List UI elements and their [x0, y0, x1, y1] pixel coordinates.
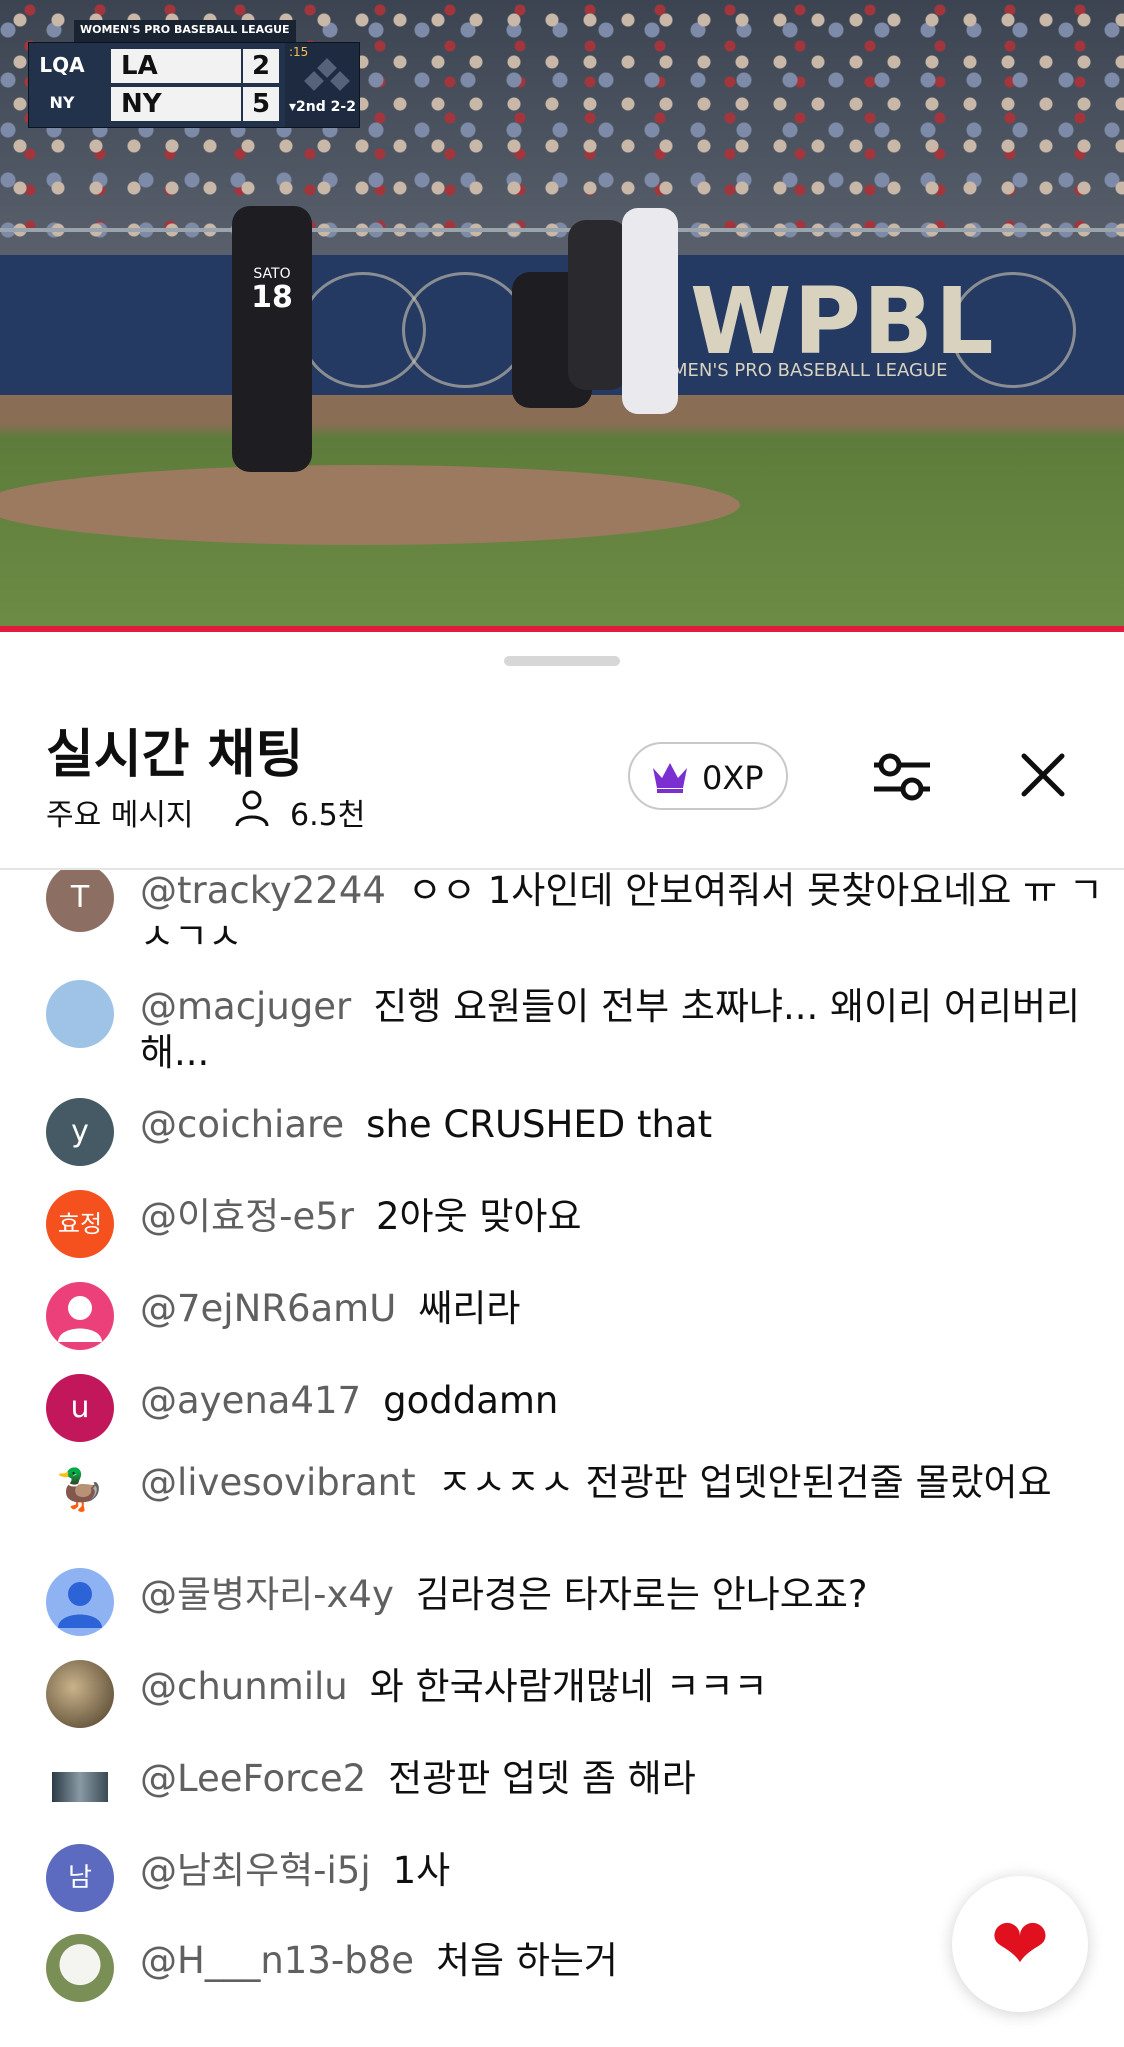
person-icon [235, 790, 269, 827]
inning-count: ▾2nd 2-2 [289, 99, 356, 115]
wall-logo: WPBL [690, 268, 996, 375]
avatar[interactable] [46, 1282, 114, 1350]
third-base [304, 71, 324, 91]
avatar[interactable] [46, 1660, 114, 1728]
first-base [330, 71, 350, 91]
umpire [568, 220, 628, 390]
home-logo: NY [49, 93, 75, 112]
xp-label: 0XP [702, 759, 764, 797]
author-name[interactable]: @LeeForce2 [140, 1757, 366, 1800]
avatar[interactable]: 남 [46, 1844, 114, 1912]
message-text: 2아웃 맞아요 [376, 1195, 582, 1238]
chat-title: 실시간 채팅 [46, 725, 304, 785]
pitch-clock: :15 [289, 45, 309, 59]
author-name[interactable]: @chunmilu [140, 1665, 348, 1708]
author-name[interactable]: @ayena417 [140, 1379, 361, 1422]
close-icon[interactable] [1018, 750, 1068, 800]
author-name[interactable]: @이효정-e5r [140, 1195, 354, 1238]
message-text: 전광판 업뎃 좀 해라 [388, 1757, 696, 1800]
bases-indicator [304, 58, 350, 93]
game-state: :15 ▾2nd 2-2 [285, 43, 359, 127]
author-name[interactable]: @7ejNR6amU [140, 1287, 396, 1330]
author-name[interactable]: @coichiare [140, 1103, 344, 1146]
author-name[interactable]: @livesovibrant [140, 1461, 416, 1504]
league-banner: WOMEN'S PRO BASEBALL LEAGUE [74, 20, 296, 44]
home-team: NY [111, 87, 241, 121]
wall-subtitle: WOMEN'S PRO BASEBALL LEAGUE [640, 360, 948, 381]
message-text: she CRUSHED that [366, 1103, 713, 1146]
message-text: 처음 하는거 [436, 1939, 618, 1982]
avatar[interactable] [46, 980, 114, 1048]
scoreboard: WOMEN'S PRO BASEBALL LEAGUE LQA NY LA 2 … [28, 20, 360, 128]
default-avatar-icon [58, 1582, 102, 1628]
chat-message-list[interactable]: T @tracky2244 ㅇㅇ 1사인데 안보여줘서 못찾아요네요 ㅠ ㄱㅅㄱㅅ… [0, 870, 1124, 2047]
pitcher: SATO 18 [232, 206, 312, 472]
avatar[interactable]: T [46, 870, 114, 932]
second-base [317, 58, 337, 78]
drag-handle[interactable] [504, 656, 620, 666]
avatar[interactable]: 🦆 [46, 1456, 114, 1524]
message-text: 김라경은 타자로는 안나오죠? [415, 1573, 868, 1616]
crown-icon [653, 763, 687, 793]
home-score: 5 [243, 87, 279, 121]
avatar[interactable] [46, 1934, 114, 2002]
live-chat-sheet: 실시간 채팅 주요 메시지 6.5천 0XP T @tracky2244 ㅇㅇ 1… [0, 632, 1124, 2047]
message-text: 와 한국사람개많네 ㅋㅋㅋ [369, 1665, 768, 1708]
avatar[interactable]: y [46, 1098, 114, 1166]
team-badge-boston [402, 272, 528, 388]
heart-reaction-button[interactable]: ❤ [952, 1876, 1088, 2012]
stadium-railing [0, 228, 1124, 232]
message-text: 쌔리라 [418, 1287, 521, 1330]
xp-button[interactable]: 0XP [628, 742, 788, 810]
ball-strike-count: 2-2 [330, 99, 356, 115]
pitcher-number: 18 [251, 280, 293, 315]
author-name[interactable]: @macjuger [140, 985, 351, 1028]
batter [622, 208, 678, 414]
author-name[interactable]: @H___n13-b8e [140, 1939, 414, 1982]
author-name[interactable]: @남최우혁-i5j [140, 1849, 371, 1892]
heart-icon: ❤ [990, 1903, 1050, 1985]
photo-thumbnail [52, 1772, 108, 1802]
avatar[interactable]: u [46, 1374, 114, 1442]
author-name[interactable]: @물병자리-x4y [140, 1573, 394, 1616]
author-name[interactable]: @tracky2244 [140, 870, 386, 912]
message-text: goddamn [383, 1379, 559, 1422]
away-logo: LQA [39, 53, 85, 77]
away-team: LA [111, 49, 241, 83]
viewer-count: 6.5천 [290, 798, 366, 833]
pitchers-mound [0, 465, 740, 545]
avatar[interactable]: 효정 [46, 1190, 114, 1258]
away-score: 2 [243, 49, 279, 83]
sliders-icon[interactable] [872, 750, 932, 804]
avatar[interactable] [46, 1568, 114, 1636]
chat-mode-dropdown[interactable]: 주요 메시지 [46, 790, 194, 834]
inning: ▾2nd [289, 99, 326, 115]
avatar[interactable] [46, 1752, 114, 1820]
scoreboard-body: LQA NY LA 2 NY 5 :15 ▾2nd 2-2 [28, 42, 360, 128]
video-player[interactable]: WPBL WOMEN'S PRO BASEBALL LEAGUE SATO 18… [0, 0, 1124, 632]
message-text: 1사 [392, 1849, 451, 1892]
default-avatar-icon [58, 1296, 102, 1342]
message-text: ㅈㅅㅈㅅ 전광판 업뎃안된건줄 몰랐어요 [437, 1461, 1052, 1504]
